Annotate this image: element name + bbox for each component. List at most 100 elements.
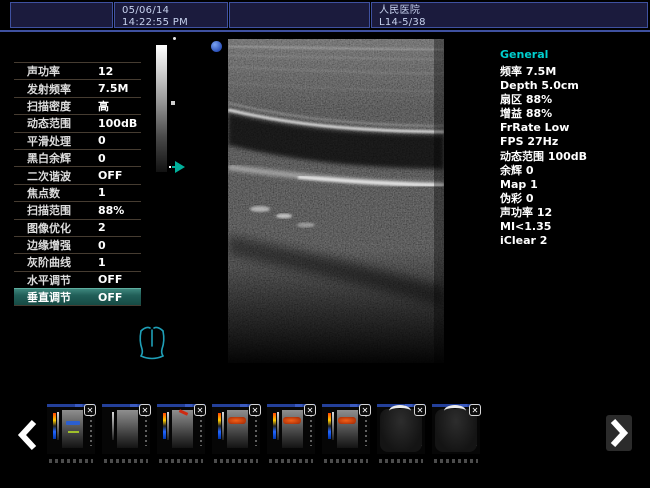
chevron-left-icon — [17, 419, 39, 451]
mini-graybar — [332, 412, 334, 440]
param-value: 0 — [98, 134, 106, 147]
param-row[interactable]: 声功率 12 — [14, 62, 141, 79]
thumbnail[interactable]: ✕ — [47, 404, 95, 454]
thumbnail[interactable]: ✕ — [432, 404, 480, 454]
close-thumbnail-button[interactable]: ✕ — [414, 404, 426, 416]
mini-doppler-colorbar — [273, 413, 276, 439]
param-row[interactable]: 垂直调节 OFF — [14, 288, 141, 306]
thumbnail[interactable]: ✕ — [377, 404, 425, 454]
info-line: Map 1 — [500, 178, 645, 192]
mini-image — [282, 410, 303, 448]
param-label: 水平调节 — [14, 272, 71, 288]
param-label: 声功率 — [14, 63, 60, 79]
top-status-bar: 05/06/14 14:22:55 PM 人民医院 L14-5/38 — [0, 0, 650, 32]
ultrasound-image — [228, 39, 444, 363]
close-thumbnail-button[interactable]: ✕ — [359, 404, 371, 416]
param-value: 1 — [98, 256, 106, 269]
mini-caption-dots — [49, 459, 93, 463]
probe-orientation-dot — [211, 41, 222, 52]
info-line: 增益 88% — [500, 107, 645, 121]
topbar-empty-cell-left — [10, 2, 113, 28]
image-parameter-menu: 声功率 12 发射频率 7.5M 扫描密度 高 动态范围 100dB 平滑处理 … — [14, 62, 141, 306]
mini-image — [117, 410, 138, 448]
chevron-right-icon — [610, 419, 628, 447]
param-value: 88% — [98, 204, 124, 217]
param-row[interactable]: 黑白余辉 0 — [14, 149, 141, 166]
param-label: 垂直调节 — [14, 289, 71, 305]
mini-orange-flow — [228, 417, 246, 424]
depth-marker-dot — [173, 37, 176, 40]
param-label: 边缘增强 — [14, 237, 71, 253]
param-row[interactable]: 二次谐波 OFF — [14, 166, 141, 183]
close-thumbnail-button[interactable]: ✕ — [304, 404, 316, 416]
depth-marker-square — [171, 101, 175, 105]
param-row[interactable]: 焦点数 1 — [14, 184, 141, 201]
probe-model: L14-5/38 — [379, 17, 647, 29]
mini-caption-dots — [159, 459, 203, 463]
param-value: OFF — [98, 169, 122, 182]
mini-graybar — [167, 412, 169, 440]
info-line: 伪彩 0 — [500, 192, 645, 206]
datetime-cell: 05/06/14 14:22:55 PM — [114, 2, 228, 28]
param-value: 7.5M — [98, 82, 128, 95]
mini-caption-dots — [269, 459, 313, 463]
mini-doppler-colorbar — [53, 413, 56, 439]
param-label: 黑白余辉 — [14, 150, 71, 166]
close-thumbnail-button[interactable]: ✕ — [249, 404, 261, 416]
prev-thumbnails-button[interactable] — [17, 419, 39, 451]
param-row[interactable]: 平滑处理 0 — [14, 132, 141, 149]
mini-graybar — [277, 412, 279, 440]
general-info-lines: 频率 7.5M Depth 5.0cm 扇区 88% 增益 88% FrRate… — [500, 65, 645, 248]
param-label: 发射频率 — [14, 81, 71, 97]
mini-graybar — [222, 412, 224, 440]
mini-image — [62, 410, 83, 448]
topbar-empty-cell-mid — [229, 2, 370, 28]
info-line: FrRate Low — [500, 121, 645, 135]
next-thumbnails-button[interactable] — [606, 415, 632, 451]
param-row[interactable]: 扫描密度 高 — [14, 97, 141, 114]
info-line: MI<1.35 — [500, 220, 645, 234]
param-row[interactable]: 灰阶曲线 1 — [14, 253, 141, 270]
param-value: 1 — [98, 186, 106, 199]
info-line: iClear 2 — [500, 234, 645, 248]
param-row[interactable]: 发射频率 7.5M — [14, 79, 141, 96]
thumbnail[interactable]: ✕ — [212, 404, 260, 454]
param-value: 高 — [98, 98, 109, 114]
param-row[interactable]: 图像优化 2 — [14, 219, 141, 236]
param-label: 灰阶曲线 — [14, 254, 71, 270]
thumbnail[interactable]: ✕ — [102, 404, 150, 454]
mini-graybar — [57, 412, 59, 440]
ultrasound-render — [228, 39, 444, 363]
param-value: OFF — [98, 273, 122, 286]
param-row[interactable]: 水平调节 OFF — [14, 271, 141, 288]
thumbnail[interactable]: ✕ — [322, 404, 370, 454]
mini-caption-dots — [214, 459, 258, 463]
mini-caption-dots — [379, 459, 423, 463]
general-info-panel: General 频率 7.5M Depth 5.0cm 扇区 88% 增益 88… — [500, 48, 645, 248]
date-text: 05/06/14 — [122, 5, 227, 17]
hospital-probe-cell: 人民医院 L14-5/38 — [371, 2, 648, 28]
param-row[interactable]: 边缘增强 0 — [14, 236, 141, 253]
focus-position-arrow-icon — [169, 161, 185, 173]
param-label: 焦点数 — [14, 185, 60, 201]
mini-caption-dots — [324, 459, 368, 463]
close-thumbnail-button[interactable]: ✕ — [84, 404, 96, 416]
info-line: 扇区 88% — [500, 93, 645, 107]
mini-image — [337, 410, 358, 448]
param-label: 扫描范围 — [14, 202, 71, 218]
close-thumbnail-button[interactable]: ✕ — [194, 404, 206, 416]
mini-orange-flow — [338, 417, 356, 424]
body-marker-icon — [136, 322, 168, 368]
param-row[interactable]: 扫描范围 88% — [14, 201, 141, 218]
mini-graybar — [112, 412, 114, 440]
thumbnail[interactable]: ✕ — [267, 404, 315, 454]
close-thumbnail-button[interactable]: ✕ — [139, 404, 151, 416]
info-line: FPS 27Hz — [500, 135, 645, 149]
mini-doppler-yellow-flow — [68, 431, 79, 433]
param-row[interactable]: 动态范围 100dB — [14, 114, 141, 131]
close-thumbnail-button[interactable]: ✕ — [469, 404, 481, 416]
thumbnail-strip: ✕ ✕ — [47, 404, 480, 454]
thumbnail[interactable]: ✕ — [157, 404, 205, 454]
info-line: 动态范围 100dB — [500, 150, 645, 164]
time-text: 14:22:55 PM — [122, 17, 227, 29]
